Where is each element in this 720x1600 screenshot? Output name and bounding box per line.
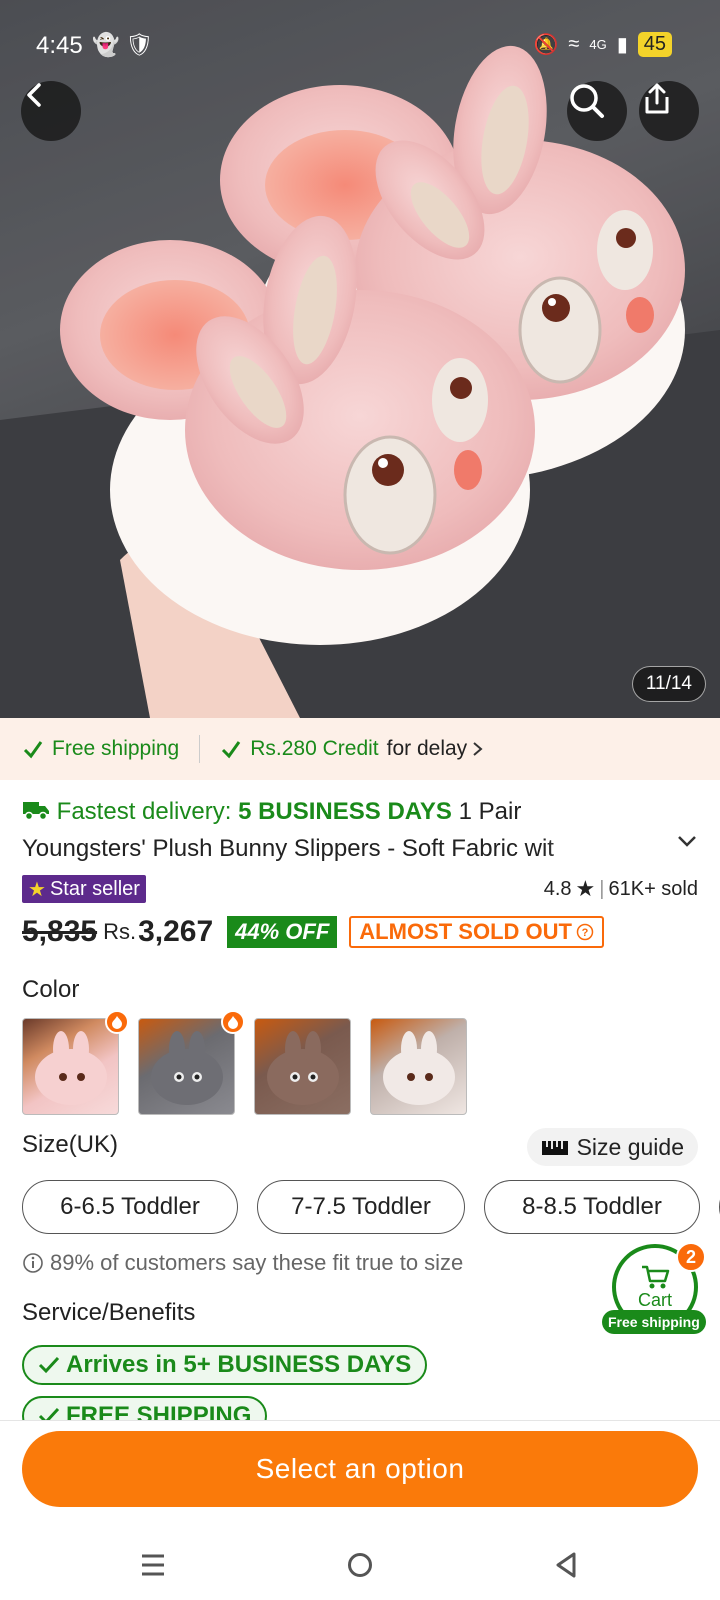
service-label: Service/Benefits: [22, 1299, 196, 1326]
status-right: 🔕 ≈ 4G ▮ 45: [533, 32, 672, 57]
cart-free-shipping-tag: Free shipping: [602, 1310, 706, 1334]
image-counter: 11/14: [631, 666, 706, 702]
bottom-bar: Select an option: [0, 1420, 720, 1600]
delivery-title: Fastest delivery: 5 BUSINESS DAYS 1 Pair: [22, 793, 682, 830]
fire-icon: [221, 1010, 245, 1034]
fit-note: 89% of customers say these fit true to s…: [22, 1250, 463, 1276]
credit-suffix: for delay: [386, 737, 468, 760]
cart-label: Cart: [637, 1289, 672, 1310]
color-swatch-brown[interactable]: [254, 1018, 351, 1115]
fire-icon: [105, 1010, 129, 1034]
notification-icons: 👻🛡: [92, 32, 160, 57]
divider: [199, 735, 201, 763]
size-guide-button[interactable]: Size guide: [526, 1128, 698, 1166]
color-label: Color: [22, 976, 80, 1003]
share-icon: [645, 83, 669, 114]
benefit-label: Arrives in 5+ BUSINESS DAYS: [66, 1351, 412, 1378]
currency: Rs.: [103, 919, 137, 944]
star-seller-badge: ★ Star seller: [22, 875, 146, 903]
status-time: 4:45: [36, 32, 83, 59]
rating-star-icon: ★: [575, 876, 596, 901]
signal-icon: ▮: [616, 34, 628, 56]
svg-text:?: ?: [582, 927, 589, 939]
sold-count: 61K+ sold: [608, 877, 698, 900]
sale-price: 3,267: [138, 915, 214, 948]
color-swatch-pink[interactable]: [22, 1018, 119, 1115]
search-icon: [570, 84, 604, 118]
bunny-thumb: [383, 1031, 455, 1105]
discount-badge: 44% OFF: [227, 916, 338, 948]
back-nav-icon[interactable]: [554, 1551, 578, 1579]
battery-icon: 45: [637, 32, 672, 57]
delivery-truck-icon: [23, 802, 49, 821]
share-button[interactable]: [639, 81, 699, 141]
size-options: 6-6.5 Toddler 7-7.5 Toddler 8-8.5 Toddle…: [22, 1180, 720, 1234]
bunny-thumb: [35, 1031, 107, 1105]
system-nav-bar: [0, 1541, 720, 1591]
back-button[interactable]: [21, 81, 81, 141]
cart-count-badge: 2: [676, 1242, 706, 1272]
size-guide-label: Size guide: [576, 1133, 684, 1160]
mute-icon: 🔕: [533, 34, 559, 56]
credit-text: Rs.280 Credit: [250, 737, 379, 760]
size-option[interactable]: 6-6.5 Toddler: [22, 1180, 238, 1234]
color-swatches: [22, 1018, 467, 1115]
ruler-icon: [541, 1141, 568, 1155]
product-page: 4:45 👻🛡 🔕 ≈ 4G ▮ 45 11/14 Free shipping …: [0, 0, 720, 1600]
rating-summary[interactable]: 4.8 ★ | 61K+ sold: [544, 876, 698, 902]
product-image[interactable]: 4:45 👻🛡 🔕 ≈ 4G ▮ 45 11/14: [0, 0, 720, 718]
info-icon: [23, 1253, 43, 1273]
product-title: Youngsters' Plush Bunny Slippers - Soft …: [22, 835, 554, 862]
check-icon: [38, 1356, 60, 1374]
size-option[interactable]: 8-8.5 Toddler: [484, 1180, 700, 1234]
fastest-prefix: Fastest delivery:: [56, 798, 232, 825]
star-icon: ★: [28, 878, 46, 901]
divider: |: [599, 877, 605, 900]
size-option[interactable]: 7-7.5 Toddler: [257, 1180, 465, 1234]
fastest-days: 5 BUSINESS DAYS: [238, 798, 452, 825]
help-icon: ?: [576, 923, 594, 941]
free-shipping-text: Free shipping: [52, 737, 180, 760]
size-label: Size(UK): [22, 1131, 119, 1158]
stock-label: ALMOST SOLD OUT: [359, 919, 572, 944]
fit-note-text: 89% of customers say these fit true to s…: [50, 1250, 464, 1275]
product-title-start: 1 Pair: [458, 798, 522, 825]
price-row: 5,835 Rs. 3,267 44% OFF ALMOST SOLD OUT …: [22, 915, 604, 949]
star-seller-label: Star seller: [49, 877, 140, 900]
color-swatch-white[interactable]: [370, 1018, 467, 1115]
menu-icon[interactable]: [140, 1553, 166, 1577]
cart-icon: [642, 1265, 670, 1288]
check-icon: [23, 741, 43, 759]
bunny-thumb: [151, 1031, 223, 1105]
search-button[interactable]: [567, 81, 627, 141]
chevron-right-icon: [473, 742, 483, 756]
chevron-left-icon: [27, 83, 41, 107]
benefit-arrives: Arrives in 5+ BUSINESS DAYS: [22, 1345, 428, 1385]
rating-value: 4.8: [543, 877, 572, 900]
network-label: 4G: [589, 37, 607, 52]
cart-button[interactable]: Cart 2 Free shipping: [602, 1242, 706, 1340]
shipping-strip[interactable]: Free shipping Rs.280 Credit for delay: [0, 718, 720, 780]
color-swatch-grey[interactable]: [138, 1018, 235, 1115]
status-bar: 4:45 👻🛡 🔕 ≈ 4G ▮ 45: [0, 0, 720, 92]
wifi-icon: ≈: [568, 33, 580, 55]
chevron-down-icon[interactable]: [676, 834, 698, 848]
almost-sold-out-badge[interactable]: ALMOST SOLD OUT ?: [349, 916, 604, 948]
bunny-thumb: [267, 1031, 339, 1105]
check-icon: [222, 741, 241, 759]
original-price: 5,835: [22, 915, 98, 948]
home-icon[interactable]: [346, 1551, 374, 1579]
select-option-button[interactable]: Select an option: [22, 1431, 698, 1507]
